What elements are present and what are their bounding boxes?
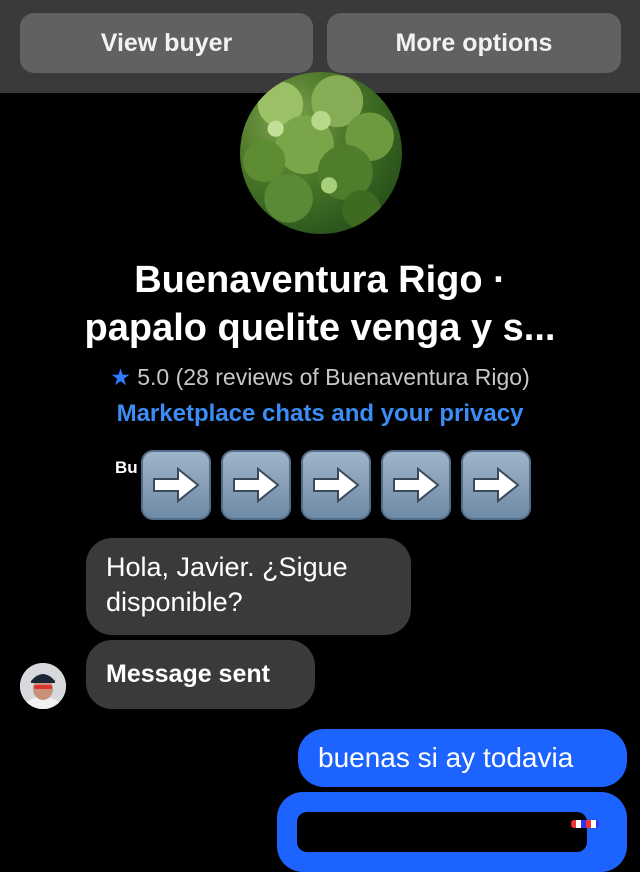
seller-name-line-2: papalo quelite venga y s... [84,307,556,349]
more-options-button[interactable]: More options [327,13,621,73]
buyer-avatar[interactable] [20,663,66,709]
outgoing-message-bubble[interactable]: buenas si ay todavia [298,729,627,787]
view-buyer-button[interactable]: View buyer [20,13,313,73]
seller-listing-title: Buenaventura Rigo · papalo quelite venga… [20,256,620,352]
redaction-overlay [297,812,587,852]
right-arrow-emoji-icon [301,450,371,520]
rating-summary[interactable]: ★ 5.0 (28 reviews of Buenaventura Rigo) [0,364,640,391]
privacy-info-link[interactable]: Marketplace chats and your privacy [0,400,640,428]
redaction-color-strip [571,820,599,828]
right-arrow-emoji-icon [141,450,211,520]
right-arrow-emoji-icon [381,450,451,520]
right-arrow-emoji-icon [461,450,531,520]
incoming-message-bubble[interactable]: Message sent [86,640,315,709]
right-arrow-emoji-icon [221,450,291,520]
plant-photo-icon [243,75,394,230]
reviews-count: (28 reviews of Buenaventura Rigo) [175,364,530,390]
partial-obscured-text: Bu [115,458,138,477]
seller-profile-photo[interactable] [240,72,402,234]
rating-value: 5.0 [137,364,170,390]
incoming-message-bubble[interactable]: Hola, Javier. ¿Sigue disponible? [86,538,411,635]
star-icon: ★ [110,364,131,390]
person-photo-icon [20,663,66,709]
seller-name-line-1: Buenaventura Rigo · [134,259,506,301]
outgoing-redacted-message[interactable] [277,792,627,872]
